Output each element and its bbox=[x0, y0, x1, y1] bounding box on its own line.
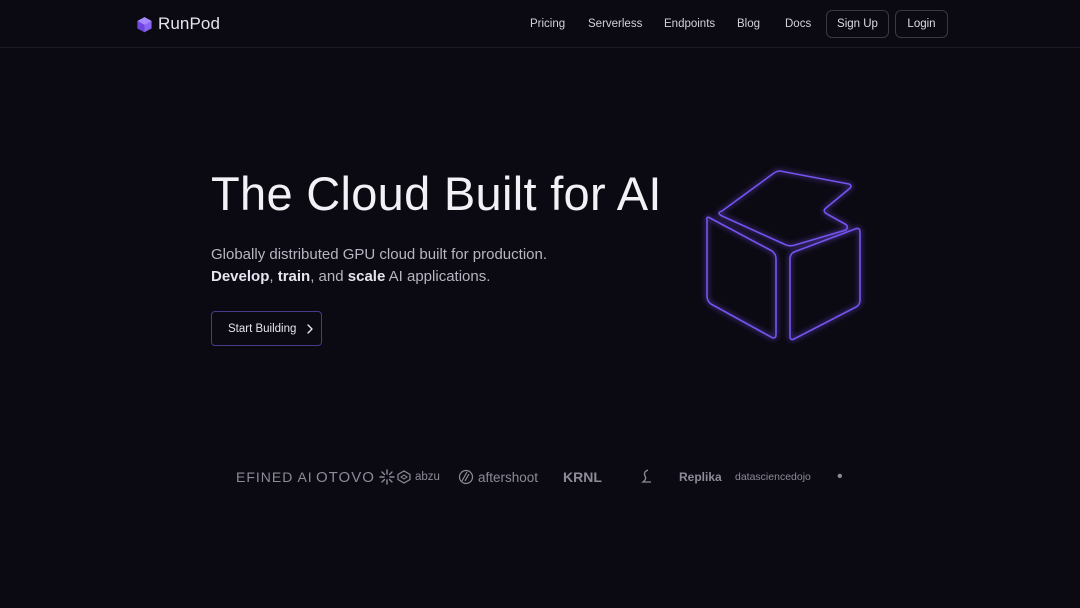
logo-datasciencedojo: datasciencedojo bbox=[735, 471, 811, 483]
nav-link-endpoints[interactable]: Endpoints bbox=[664, 16, 715, 32]
top-navbar: RunPod Pricing Serverless Endpoints Blog… bbox=[0, 0, 1080, 48]
start-building-button[interactable]: Start Building bbox=[211, 311, 322, 346]
start-building-label: Start Building bbox=[228, 322, 297, 335]
logo-krnl: KRNL bbox=[563, 469, 602, 485]
brand-name: RunPod bbox=[158, 14, 221, 33]
separator-1: , bbox=[269, 268, 274, 285]
separator-2: , and bbox=[310, 268, 344, 285]
line2-rest: AI applications. bbox=[388, 268, 491, 285]
word-train: train bbox=[277, 268, 311, 285]
runpod-cube-icon bbox=[137, 16, 152, 32]
customer-logos: EFINED AI OTOVO abzu aftershoot KRNL Rep… bbox=[236, 462, 856, 492]
nav-link-pricing[interactable]: Pricing bbox=[530, 16, 565, 32]
login-button[interactable]: Login bbox=[895, 10, 948, 38]
nav-link-serverless[interactable]: Serverless bbox=[588, 16, 642, 32]
page: RunPod Pricing Serverless Endpoints Blog… bbox=[0, 0, 1080, 608]
hero-subtitle-line2: Develop, train, and scale AI application… bbox=[211, 266, 547, 288]
hero-subtitle: Globally distributed GPU cloud built for… bbox=[211, 244, 547, 288]
logo-abzu: abzu bbox=[397, 462, 440, 492]
glowing-cube-illustration bbox=[706, 170, 861, 341]
logo-aftershoot: aftershoot bbox=[458, 462, 538, 492]
nav-link-blog[interactable]: Blog bbox=[737, 16, 760, 32]
nav-link-docs[interactable]: Docs bbox=[785, 16, 811, 32]
word-develop: Develop bbox=[211, 268, 270, 285]
sunburst-icon bbox=[379, 469, 395, 485]
small-brand-mark-icon bbox=[641, 469, 651, 483]
hero-subtitle-line1: Globally distributed GPU cloud built for… bbox=[211, 246, 548, 263]
hero-title: The Cloud Built for AI bbox=[211, 167, 662, 220]
logo-small-mark bbox=[639, 462, 655, 492]
abzu-hex-icon bbox=[397, 470, 411, 484]
word-scale: scale bbox=[347, 268, 386, 285]
logo-otovo: OTOVO bbox=[316, 462, 395, 492]
chevron-right-icon bbox=[307, 323, 314, 334]
brand-logo[interactable]: RunPod bbox=[136, 12, 220, 36]
aftershoot-icon bbox=[458, 469, 474, 485]
sign-up-button[interactable]: Sign Up bbox=[826, 10, 889, 38]
logo-replika: Replika bbox=[679, 470, 722, 484]
logo-efined-ai: EFINED AI bbox=[236, 469, 313, 485]
logo-partial: • bbox=[837, 468, 843, 485]
